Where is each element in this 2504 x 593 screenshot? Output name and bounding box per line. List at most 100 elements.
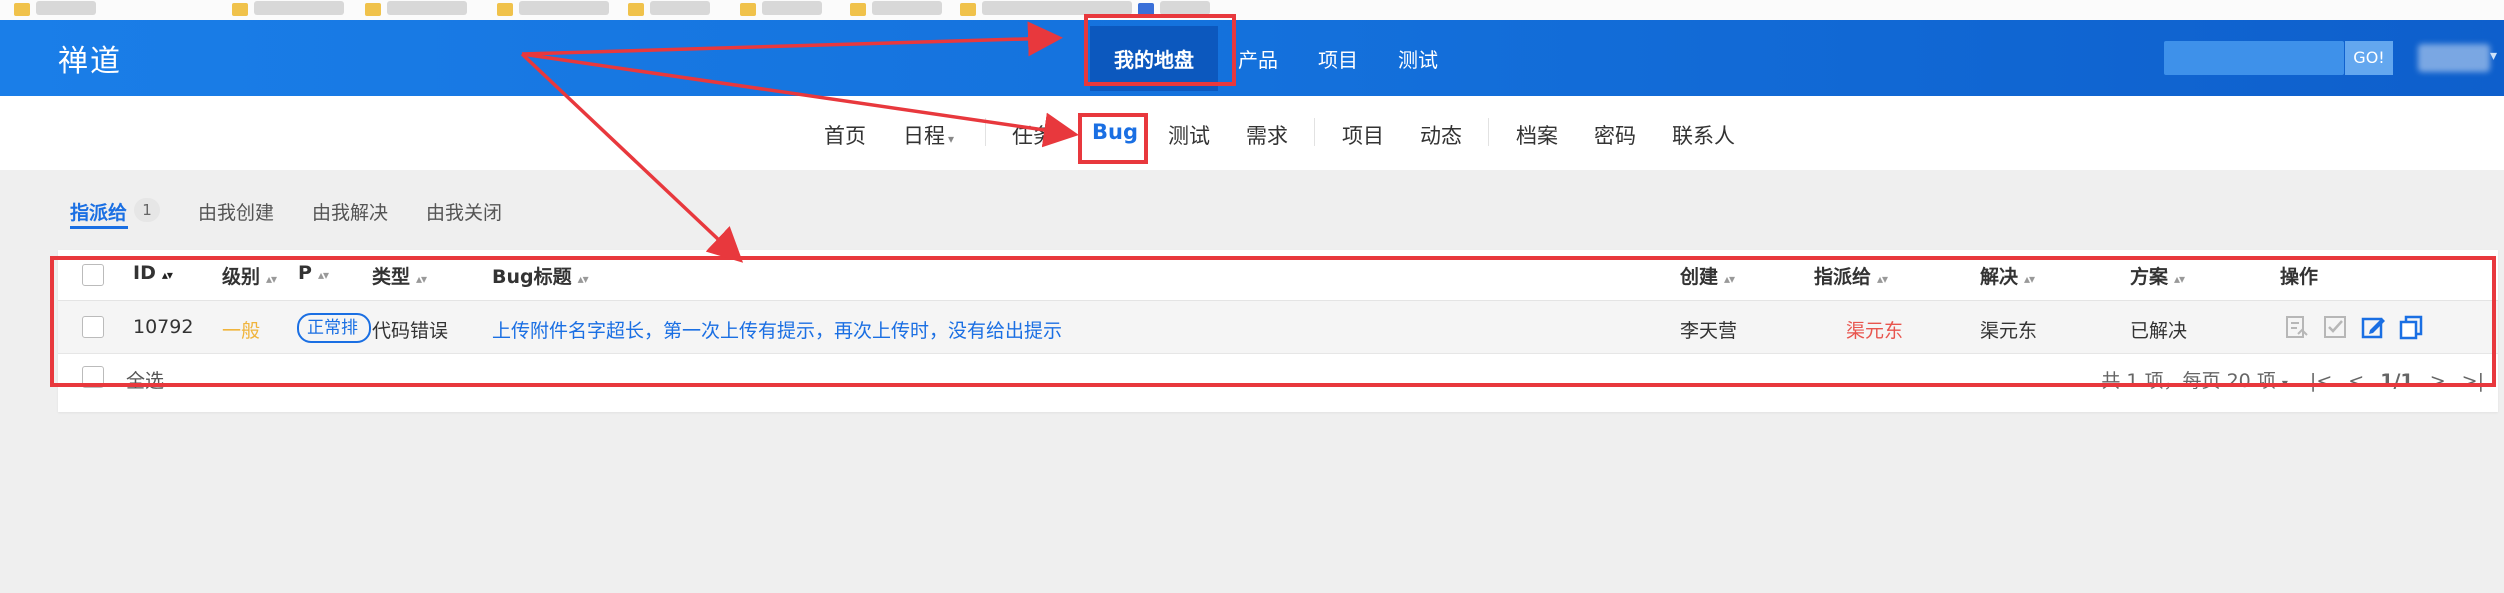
user-menu[interactable] [2418, 44, 2490, 72]
pager-summary[interactable]: 共 1 项，每页 20 项 [2101, 370, 2275, 392]
table-header: ID ▴▾ 级别 ▴▾ P ▴▾ 类型 ▴▾ Bug标题 ▴▾ 创建 ▴▾ 指派给 ▴▾ 解决… [58, 250, 2498, 301]
tab-created-by-me[interactable]: 由我创建 [198, 198, 274, 225]
bookmark-folder-icon[interactable] [232, 3, 248, 16]
subnav-contacts[interactable]: 联系人 [1672, 120, 1735, 150]
last-page-icon[interactable]: >| [2462, 370, 2484, 392]
main-nav-product[interactable]: 产品 [1218, 44, 1298, 73]
column-header-actions: 操作 [2280, 266, 2319, 288]
column-header-label: P [298, 262, 312, 284]
subnav-requirement[interactable]: 需求 [1246, 120, 1288, 150]
column-header-label: Bug标题 [492, 266, 572, 288]
bookmark-site-icon[interactable] [1138, 3, 1154, 16]
subnav-task[interactable]: 任务 [1012, 120, 1054, 150]
sort-icon: ▴▾ [1877, 272, 1888, 286]
next-page-icon[interactable]: > [2430, 370, 2446, 392]
row-checkbox[interactable] [82, 316, 104, 338]
bookmark-label[interactable] [1160, 1, 1210, 15]
subnav-divider [985, 118, 986, 146]
bookmark-label[interactable] [762, 1, 822, 15]
tab-closed-by-me[interactable]: 由我关闭 [426, 198, 502, 225]
bug-solution: 已解决 [2130, 320, 2188, 342]
brand-logo[interactable]: 禅道 [58, 36, 122, 80]
column-header-solution[interactable]: 方案 ▴▾ [2130, 262, 2185, 289]
search-input[interactable] [2164, 41, 2344, 75]
bookmark-label[interactable] [872, 1, 942, 15]
tab-assigned-label: 指派给 [70, 202, 128, 224]
bookmark-label[interactable] [519, 1, 609, 15]
main-nav-project[interactable]: 项目 [1298, 44, 1378, 73]
bookmark-folder-icon[interactable] [365, 3, 381, 16]
bookmark-folder-icon[interactable] [14, 3, 30, 16]
edit-icon[interactable] [2360, 314, 2386, 340]
sort-icon: ▴▾ [577, 272, 589, 286]
column-header-label: 解决 [1980, 266, 2019, 288]
count-badge: 1 [134, 198, 160, 222]
tab-assigned-to-me[interactable]: 指派给 [70, 198, 128, 229]
bug-assigned-to[interactable]: 渠元东 [1846, 316, 1903, 343]
bookmark-label[interactable] [387, 1, 467, 15]
top-navbar: 禅道 我的地盘 产品 项目 测试 GO! ▾ [0, 20, 2504, 96]
column-header-id[interactable]: ID ▴▾ [133, 262, 173, 284]
subnav-password[interactable]: 密码 [1594, 120, 1636, 150]
bug-id[interactable]: 10792 [133, 316, 193, 338]
column-header-priority[interactable]: P ▴▾ [298, 262, 329, 284]
pager: 共 1 项，每页 20 项 ▾ |< < 1/1 > >| [2101, 366, 2484, 393]
subnav-schedule[interactable]: 日程 ▾ [903, 120, 954, 150]
confirm-bug-icon[interactable] [2284, 314, 2310, 340]
subnav-test[interactable]: 测试 [1168, 120, 1210, 150]
column-header-title[interactable]: Bug标题 ▴▾ [492, 262, 589, 289]
bookmark-label[interactable] [254, 1, 344, 15]
select-all-label[interactable]: 全选 [126, 366, 164, 393]
bookmarks-bar [0, 0, 2504, 21]
first-page-icon[interactable]: |< [2310, 370, 2332, 392]
tab-resolved-by-me[interactable]: 由我解决 [312, 198, 388, 225]
bookmark-label[interactable] [982, 1, 1132, 15]
search-go-button[interactable]: GO! [2345, 41, 2393, 75]
priority-badge: 正常排 [297, 313, 371, 343]
select-all-checkbox[interactable] [82, 264, 104, 286]
sort-icon: ▴▾ [1724, 272, 1735, 286]
column-header-creator[interactable]: 创建 ▴▾ [1680, 262, 1735, 289]
subnav-project[interactable]: 项目 [1342, 120, 1384, 150]
bookmark-folder-icon[interactable] [628, 3, 644, 16]
bookmark-folder-icon[interactable] [497, 3, 513, 16]
resolve-check-icon[interactable] [2322, 314, 2348, 340]
bug-creator: 李天营 [1680, 320, 1738, 342]
column-header-type[interactable]: 类型 ▴▾ [372, 262, 427, 289]
main-nav-my-dashboard[interactable]: 我的地盘 [1090, 25, 1218, 91]
column-header-assigned-to[interactable]: 指派给 ▴▾ [1814, 262, 1888, 289]
copy-icon[interactable] [2398, 314, 2424, 340]
sort-icon: ▴▾ [266, 272, 277, 286]
column-header-severity[interactable]: 级别 ▴▾ [222, 262, 277, 289]
prev-page-icon[interactable]: < [2348, 370, 2364, 392]
bookmark-folder-icon[interactable] [740, 3, 756, 16]
table-row[interactable]: 10792 一般 正常排 代码错误 上传附件名字超长，第一次上传有提示，再次上传… [58, 301, 2498, 354]
column-header-label: ID [133, 262, 156, 284]
bookmark-label[interactable] [36, 1, 96, 15]
subnav-archive[interactable]: 档案 [1516, 120, 1558, 150]
page-indicator: 1/1 [2380, 370, 2414, 392]
subnav-home[interactable]: 首页 [824, 120, 866, 150]
subnav-bug[interactable]: Bug [1092, 120, 1138, 144]
footer-select-all-checkbox[interactable] [82, 366, 104, 388]
bookmark-folder-icon[interactable] [850, 3, 866, 16]
sort-icon: ▴▾ [317, 268, 329, 282]
main-nav-test[interactable]: 测试 [1378, 44, 1458, 73]
bookmark-folder-icon[interactable] [960, 3, 976, 16]
main-nav: 我的地盘 产品 项目 测试 [1090, 20, 1458, 96]
chevron-down-icon[interactable]: ▾ [2490, 48, 2497, 64]
subnav-schedule-label: 日程 [903, 124, 945, 148]
bug-table: ID ▴▾ 级别 ▴▾ P ▴▾ 类型 ▴▾ Bug标题 ▴▾ 创建 ▴▾ 指派给 ▴▾ 解决… [58, 250, 2498, 412]
bug-title-link[interactable]: 上传附件名字超长，第一次上传有提示，再次上传时，没有给出提示 [492, 316, 1062, 343]
bug-resolver: 渠元东 [1980, 320, 2038, 342]
column-header-label: 创建 [1680, 266, 1719, 288]
sort-icon: ▴▾ [416, 272, 427, 286]
chevron-down-icon[interactable]: ▾ [2282, 376, 2288, 390]
bookmark-label[interactable] [650, 1, 710, 15]
column-header-label: 方案 [2130, 266, 2169, 288]
subnav-dynamic[interactable]: 动态 [1420, 120, 1462, 150]
sort-icon: ▴▾ [2024, 272, 2035, 286]
table-footer: 全选 共 1 项，每页 20 项 ▾ |< < 1/1 > >| [58, 354, 2498, 412]
column-header-resolver[interactable]: 解决 ▴▾ [1980, 262, 2035, 289]
bug-severity: 一般 [222, 320, 261, 342]
